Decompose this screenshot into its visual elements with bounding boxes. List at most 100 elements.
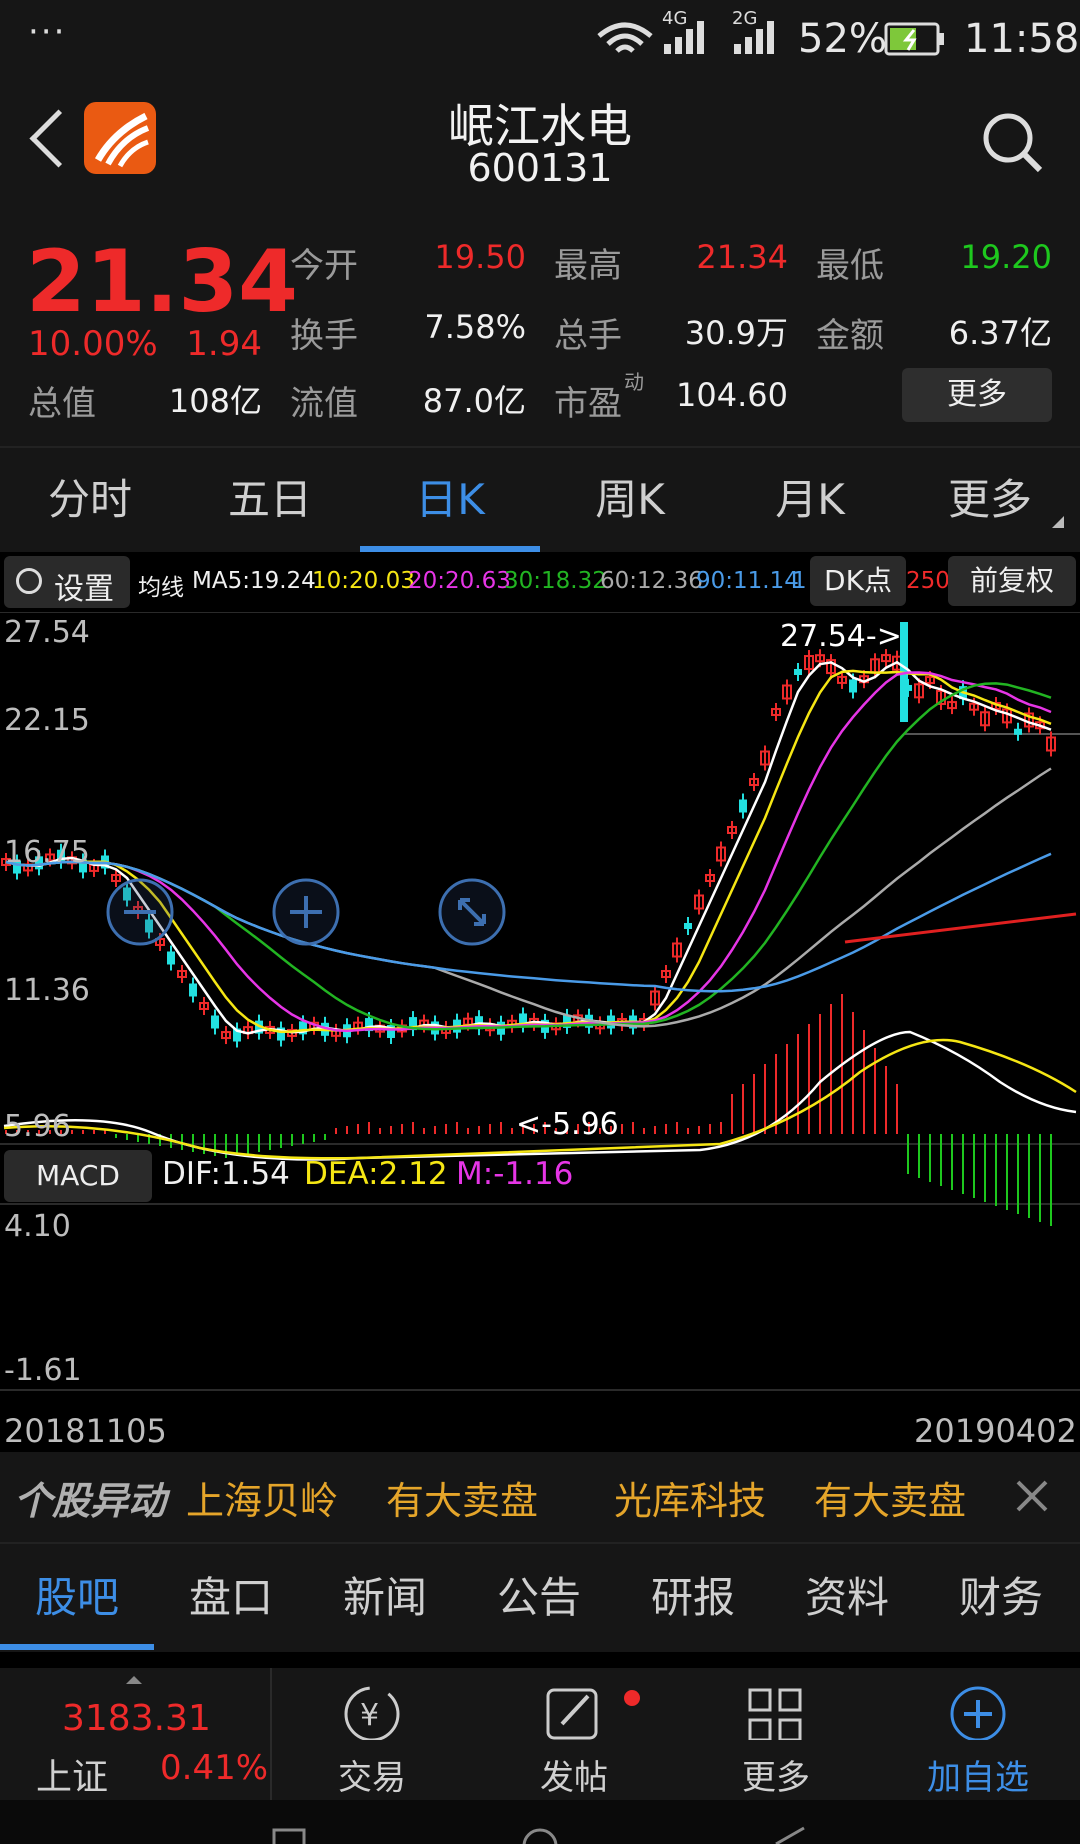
high-label: 最高 bbox=[554, 246, 622, 286]
ma120-value: 1 bbox=[792, 568, 807, 594]
date-start: 20181105 bbox=[4, 1412, 167, 1450]
price-tick: 22.15 bbox=[4, 703, 90, 738]
ma30-value: 30:18.32 bbox=[504, 568, 607, 594]
tab-five-day[interactable]: 五日 bbox=[180, 448, 360, 552]
pe-value: 104.60 bbox=[676, 376, 788, 414]
tab-intraday[interactable]: 分时 bbox=[0, 448, 180, 552]
ma5-value: MA5:19.24 bbox=[192, 568, 316, 594]
signal-icon-2 bbox=[734, 21, 774, 54]
ma-row: 设置 均线 MA5:19.24 10:20.03 20:20.63 30:18.… bbox=[0, 552, 1080, 612]
tab-news[interactable]: 新闻 bbox=[308, 1544, 462, 1652]
low-annotation: <-5.96 bbox=[516, 1107, 619, 1142]
nav-home-icon[interactable] bbox=[520, 1826, 560, 1844]
ma60-value: 60:12.36 bbox=[600, 568, 703, 594]
news-brand: 个股异动 bbox=[14, 1479, 167, 1523]
change-amount: 1.94 bbox=[186, 324, 262, 364]
low-value: 19.20 bbox=[960, 238, 1052, 276]
nav-back-icon[interactable] bbox=[770, 1826, 810, 1844]
news-stock-2[interactable]: 光库科技 bbox=[614, 1470, 766, 1525]
tab-more-periods[interactable]: 更多 bbox=[900, 448, 1080, 552]
post-button[interactable]: 发帖 bbox=[474, 1668, 674, 1800]
fullscreen-icon[interactable] bbox=[438, 878, 506, 946]
news-stock-1[interactable]: 上海贝岭 bbox=[186, 1470, 338, 1525]
settings-label: 设置 bbox=[54, 572, 114, 607]
macd-dea: DEA:2.12 bbox=[304, 1156, 448, 1192]
search-icon[interactable] bbox=[980, 110, 1046, 176]
tab-weekly-k[interactable]: 周K bbox=[540, 448, 720, 552]
ma-prefix: 均线 bbox=[138, 575, 184, 601]
post-icon bbox=[546, 1688, 640, 1740]
price-tick: 16.75 bbox=[4, 835, 90, 870]
index-widget[interactable]: 3183.31 上证 0.41% bbox=[0, 1668, 272, 1800]
more-quote-button[interactable]: 更多 bbox=[902, 368, 1052, 422]
price-tick: 11.36 bbox=[4, 973, 90, 1008]
macd-dif: DIF:1.54 bbox=[162, 1156, 290, 1192]
ma20-value: 20:20.63 bbox=[408, 568, 511, 594]
ma10-value: 10:20.03 bbox=[312, 568, 415, 594]
clock: 11:58 bbox=[964, 16, 1080, 62]
low-label: 最低 bbox=[816, 246, 884, 286]
ma90-value: 90:11.14 bbox=[696, 568, 799, 594]
price-tick: 27.54 bbox=[4, 615, 90, 650]
high-value: 21.34 bbox=[696, 238, 788, 276]
more-button[interactable]: 更多 bbox=[676, 1668, 876, 1800]
total-value: 108亿 bbox=[168, 382, 262, 420]
yen-glyph: ¥ bbox=[360, 1698, 379, 1733]
close-icon[interactable] bbox=[1012, 1476, 1052, 1516]
nav-recent-icon[interactable] bbox=[270, 1828, 310, 1844]
tab-profile[interactable]: 资料 bbox=[770, 1544, 924, 1652]
news-event-2: 有大卖盘 bbox=[814, 1479, 967, 1523]
up-arrow-icon bbox=[126, 1676, 142, 1684]
signal-icon bbox=[664, 21, 704, 54]
macd-tick: 4.10 bbox=[4, 1209, 71, 1244]
turnover-value: 7.58% bbox=[424, 308, 526, 346]
volume-value: 30.9万 bbox=[684, 314, 788, 352]
add-watchlist-label: 加自选 bbox=[927, 1758, 1029, 1798]
system-nav-bar bbox=[0, 1800, 1080, 1844]
status-menu-icon: ··· bbox=[28, 12, 67, 52]
active-bottom-tab-indicator bbox=[0, 1644, 154, 1650]
open-label: 今开 bbox=[290, 246, 358, 286]
settings-button[interactable]: 设置 bbox=[4, 556, 130, 608]
macd-tick: -1.61 bbox=[4, 1353, 82, 1388]
date-end: 20190402 bbox=[914, 1412, 1077, 1450]
total-value-label: 总值 bbox=[28, 384, 96, 424]
trade-icon: ¥ bbox=[344, 1686, 400, 1740]
index-value: 3183.31 bbox=[62, 1698, 211, 1739]
bottom-dock: 3183.31 上证 0.41% ¥ 交易 发帖 更多 加自选 bbox=[0, 1668, 1080, 1800]
tab-stock-bar[interactable]: 股吧 bbox=[0, 1544, 154, 1652]
zoom-in-icon[interactable] bbox=[272, 878, 340, 946]
battery-percent: 52% bbox=[798, 16, 887, 62]
tab-announcements[interactable]: 公告 bbox=[462, 1544, 616, 1652]
amount-value: 6.37亿 bbox=[948, 314, 1052, 352]
trade-button[interactable]: ¥ 交易 bbox=[272, 1668, 472, 1800]
battery-icon bbox=[884, 22, 944, 56]
macd-indicator-button[interactable]: MACD bbox=[4, 1150, 152, 1202]
info-tabs: 股吧 盘口 新闻 公告 研报 资料 财务 bbox=[0, 1542, 1080, 1652]
volume-label: 总手 bbox=[554, 316, 622, 356]
index-name: 上证 bbox=[36, 1757, 109, 1798]
news-event-1: 有大卖盘 bbox=[386, 1479, 539, 1523]
status-bar: ··· 4G 2G 52% 11:58 bbox=[0, 0, 1080, 80]
news-ticker[interactable]: 个股异动 上海贝岭 有大卖盘 光库科技 有大卖盘 bbox=[0, 1452, 1080, 1542]
tab-daily-k[interactable]: 日K bbox=[360, 448, 540, 552]
stock-code: 600131 bbox=[467, 146, 613, 190]
last-price: 21.34 bbox=[26, 232, 299, 332]
high-annotation: 27.54-> bbox=[780, 619, 902, 654]
index-change: 0.41% bbox=[160, 1748, 269, 1788]
tab-monthly-k[interactable]: 月K bbox=[720, 448, 900, 552]
tab-finance[interactable]: 财务 bbox=[924, 1544, 1078, 1652]
kline-chart[interactable]: 27.54 22.15 16.75 11.36 5.96 27.54-> <-5… bbox=[0, 612, 1080, 1392]
add-watchlist-button[interactable]: 加自选 bbox=[878, 1668, 1078, 1800]
period-tabs: 分时 五日 日K 周K 月K 更多 bbox=[0, 446, 1080, 552]
wifi-icon bbox=[597, 22, 653, 53]
tab-order-book[interactable]: 盘口 bbox=[154, 1544, 308, 1652]
macd-m: M:-1.16 bbox=[456, 1156, 574, 1192]
amount-label: 金额 bbox=[816, 316, 884, 356]
tab-research[interactable]: 研报 bbox=[616, 1544, 770, 1652]
gear-icon bbox=[16, 568, 42, 594]
change-percent: 10.00% bbox=[28, 324, 158, 364]
dk-point-button[interactable]: DK点 bbox=[810, 556, 906, 606]
adjust-button[interactable]: 前复权 bbox=[948, 556, 1076, 606]
zoom-out-icon[interactable] bbox=[106, 878, 174, 946]
